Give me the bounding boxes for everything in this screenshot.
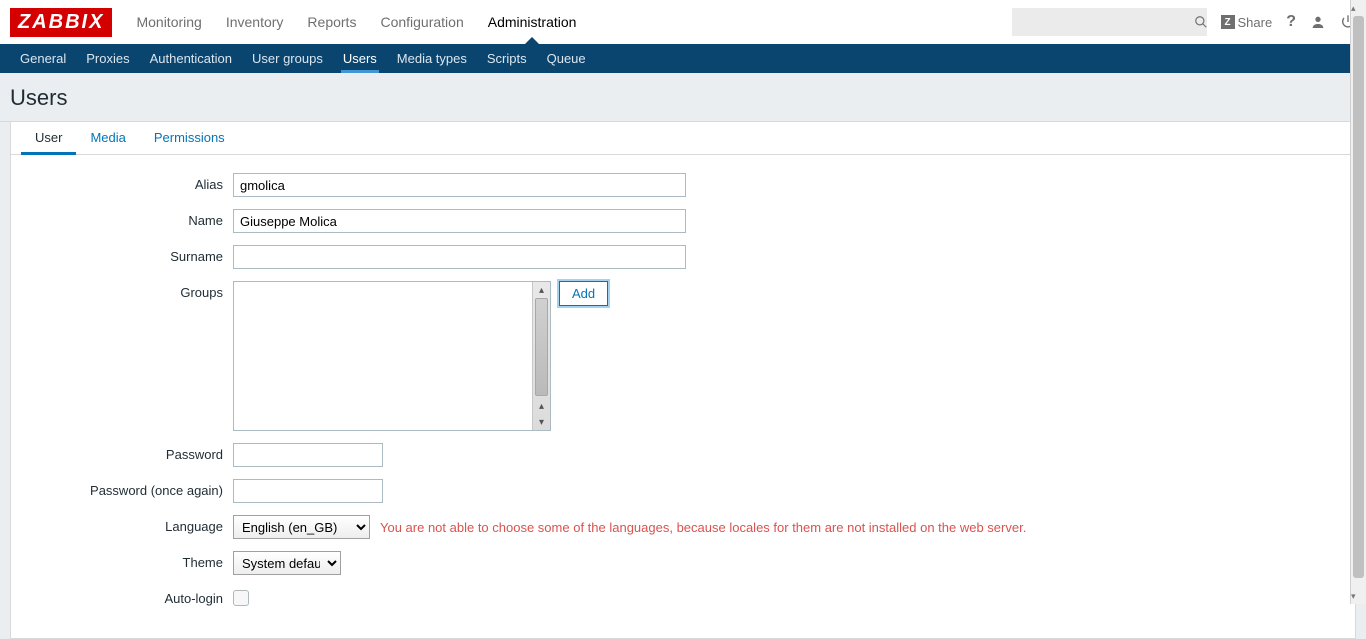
theme-select[interactable]: System default — [233, 551, 341, 575]
row-password: Password — [11, 443, 1355, 467]
alias-input[interactable] — [233, 173, 686, 197]
label-name: Name — [11, 209, 233, 228]
subnav-scripts[interactable]: Scripts — [477, 44, 537, 73]
tabs: User Media Permissions — [11, 122, 1355, 155]
subnav-users[interactable]: Users — [333, 44, 387, 73]
password-input[interactable] — [233, 443, 383, 467]
language-warning: You are not able to choose some of the l… — [380, 520, 1026, 535]
subnav-authentication[interactable]: Authentication — [140, 44, 242, 73]
row-password2: Password (once again) — [11, 479, 1355, 503]
row-surname: Surname — [11, 245, 1355, 269]
menu-monitoring[interactable]: Monitoring — [124, 0, 213, 44]
scroll-down-icon[interactable]: ▾ — [533, 414, 550, 430]
subnav-general[interactable]: General — [10, 44, 76, 73]
user-form: Alias Name Surname Groups ▴ — [11, 155, 1355, 638]
label-password: Password — [11, 443, 233, 462]
subnav-mediatypes[interactable]: Media types — [387, 44, 477, 73]
share-icon: Z — [1221, 15, 1235, 29]
row-language: Language English (en_GB) You are not abl… — [11, 515, 1355, 539]
label-password2: Password (once again) — [11, 479, 233, 498]
row-name: Name — [11, 209, 1355, 233]
tab-user[interactable]: User — [21, 122, 76, 155]
top-menu: Monitoring Inventory Reports Configurati… — [124, 0, 1011, 44]
language-select[interactable]: English (en_GB) — [233, 515, 370, 539]
search-input[interactable] — [1018, 15, 1194, 30]
search-icon[interactable] — [1194, 15, 1208, 29]
search-wrap — [1012, 8, 1207, 36]
menu-configuration[interactable]: Configuration — [368, 0, 475, 44]
scroll-up-icon[interactable]: ▴ — [533, 282, 550, 298]
subnav-proxies[interactable]: Proxies — [76, 44, 139, 73]
scroll-up2-icon[interactable]: ▴ — [533, 398, 550, 414]
menu-reports[interactable]: Reports — [295, 0, 368, 44]
groups-multiselect[interactable]: ▴ ▴ ▾ — [233, 281, 551, 431]
tab-media[interactable]: Media — [76, 122, 139, 154]
multiselect-scrollbar[interactable]: ▴ ▴ ▾ — [532, 282, 550, 430]
top-right: Z Share ? — [1012, 8, 1356, 36]
label-autologin: Auto-login — [11, 587, 233, 606]
menu-inventory[interactable]: Inventory — [214, 0, 296, 44]
label-surname: Surname — [11, 245, 233, 264]
window-scroll-thumb[interactable] — [1353, 16, 1364, 578]
subnav-usergroups[interactable]: User groups — [242, 44, 333, 73]
page-title: Users — [10, 85, 1356, 111]
add-button[interactable]: Add — [559, 281, 608, 306]
chevron-down-icon[interactable]: ▾ — [1351, 588, 1356, 604]
chevron-up-icon[interactable]: ▴ — [1351, 0, 1356, 16]
password2-input[interactable] — [233, 479, 383, 503]
scroll-thumb[interactable] — [535, 298, 548, 396]
share-button[interactable]: Z Share — [1221, 15, 1273, 30]
share-label: Share — [1238, 15, 1273, 30]
page-header: Users — [0, 73, 1366, 122]
label-language: Language — [11, 515, 233, 534]
menu-administration[interactable]: Administration — [476, 0, 589, 44]
row-groups: Groups ▴ ▴ ▾ Add — [11, 281, 1355, 431]
user-icon[interactable] — [1310, 14, 1326, 30]
content-area: User Media Permissions Alias Name Surnam… — [0, 122, 1366, 639]
brand-logo[interactable]: ZABBIX — [10, 8, 112, 37]
window-scrollbar[interactable]: ▴ ▾ — [1350, 0, 1366, 604]
sub-nav: General Proxies Authentication User grou… — [0, 44, 1366, 73]
top-bar: ZABBIX Monitoring Inventory Reports Conf… — [0, 0, 1366, 44]
surname-input[interactable] — [233, 245, 686, 269]
row-autologin: Auto-login — [11, 587, 1355, 606]
user-panel: User Media Permissions Alias Name Surnam… — [10, 122, 1356, 639]
label-theme: Theme — [11, 551, 233, 570]
row-theme: Theme System default — [11, 551, 1355, 575]
label-alias: Alias — [11, 173, 233, 192]
label-groups: Groups — [11, 281, 233, 300]
tab-permissions[interactable]: Permissions — [140, 122, 239, 154]
row-alias: Alias — [11, 173, 1355, 197]
name-input[interactable] — [233, 209, 686, 233]
subnav-queue[interactable]: Queue — [537, 44, 596, 73]
help-icon[interactable]: ? — [1286, 13, 1296, 31]
